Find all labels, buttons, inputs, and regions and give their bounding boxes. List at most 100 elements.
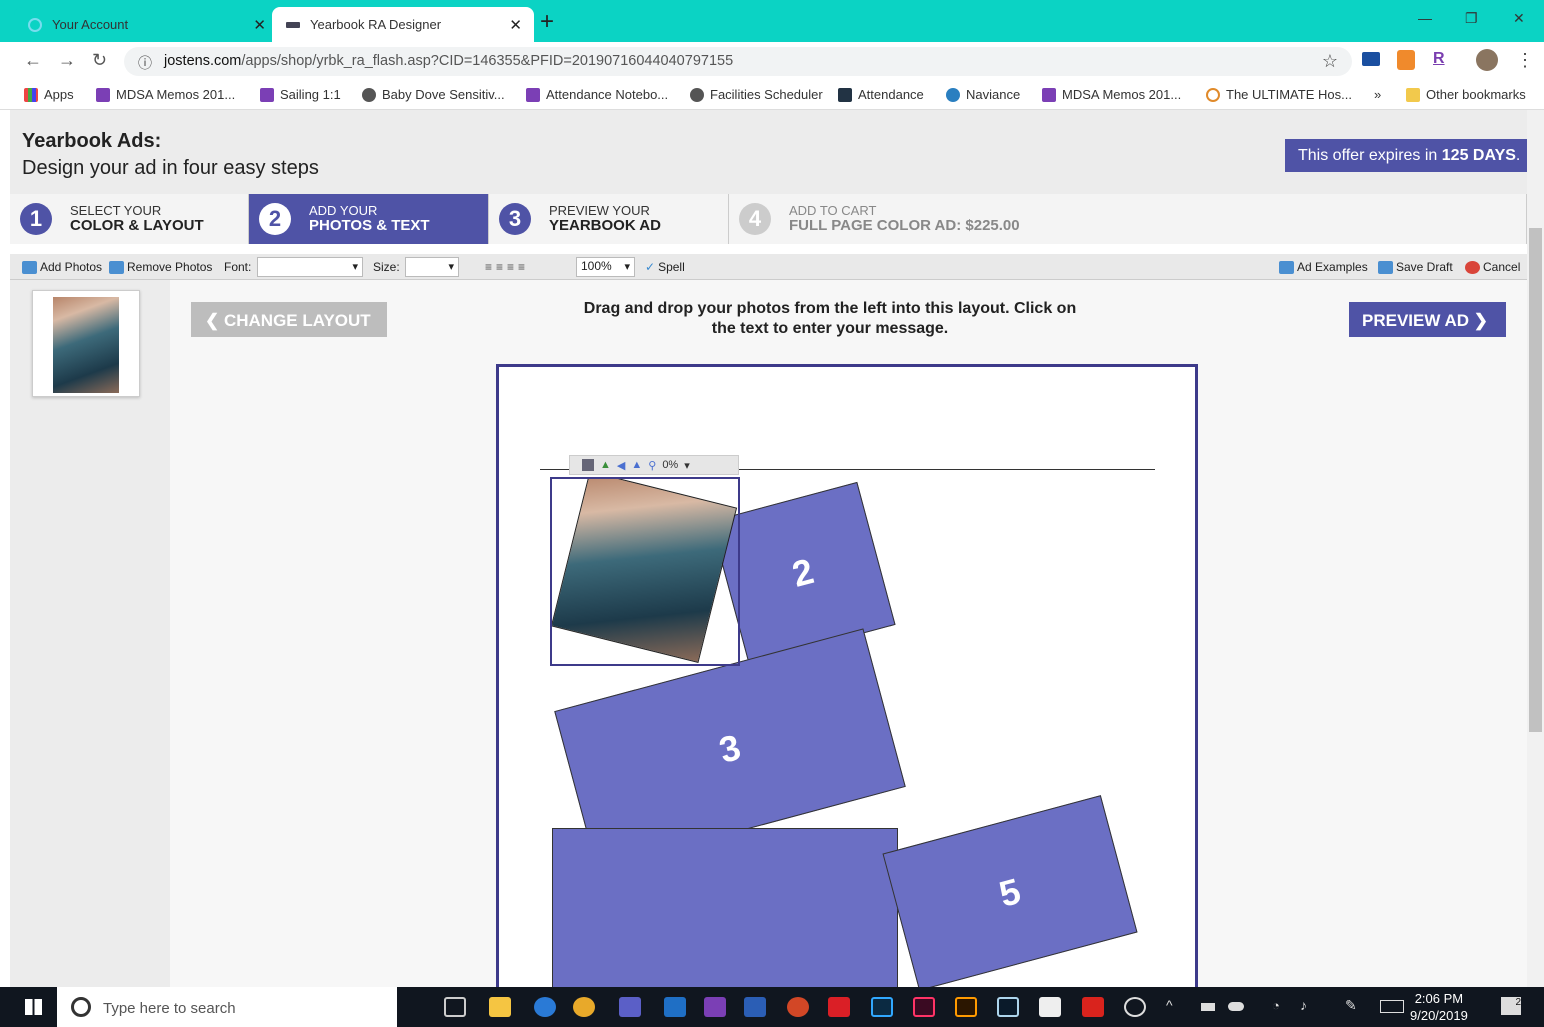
mirror-icon[interactable]: ▲ [631,459,642,471]
bookmark-attendance-notebook[interactable]: Attendance Notebo... [526,87,668,102]
page-scrollbar[interactable] [1527,110,1544,987]
onedrive-icon[interactable] [1228,1002,1244,1011]
ad-examples-button[interactable]: Ad Examples [1279,260,1368,274]
onenote-icon[interactable] [704,997,726,1017]
outlook-icon[interactable] [664,997,686,1017]
save-draft-button[interactable]: Save Draft [1378,260,1453,274]
step-2[interactable]: 2 ADD YOUR PHOTOS & TEXT [249,194,489,244]
pen-icon[interactable]: ✎ [1345,997,1357,1014]
r-extension-icon[interactable]: R [1433,50,1445,68]
taskbar-clock[interactable]: 2:06 PM 9/20/2019 [1410,990,1468,1024]
zoom-icon[interactable]: ⚲ [648,459,656,472]
rotate-left-icon[interactable]: ▲ [600,459,611,471]
close-tab-icon[interactable]: ✕ [509,16,522,34]
font-select[interactable] [257,257,363,277]
mortarboard-icon [838,87,852,102]
lightroom-icon[interactable] [997,997,1019,1017]
page-content: Yearbook Ads: Design your ad in four eas… [10,110,1527,987]
close-window-icon[interactable]: ✕ [1513,10,1525,27]
windows-start-icon[interactable] [25,999,42,1015]
cancel-button[interactable]: Cancel [1465,260,1520,274]
photo-zoom-value[interactable]: 0% [662,459,678,471]
bookmark-mdsa-memos-2[interactable]: MDSA Memos 201... [1042,87,1181,102]
zoom-select[interactable]: 100% [576,257,635,277]
powerpoint-icon[interactable] [787,997,809,1017]
bookmark-mdsa-memos[interactable]: MDSA Memos 201... [96,87,235,102]
keyboard-icon[interactable] [1380,1000,1404,1013]
ad-layout-canvas[interactable]: 2 3 5 ▲ ◀ ▲ ⚲ 0% ▾ [496,364,1198,987]
creative-cloud-icon[interactable] [828,997,850,1017]
profile-avatar[interactable] [1476,49,1498,71]
bookmark-other[interactable]: Other bookmarks [1406,87,1526,102]
tab-yearbook-designer[interactable]: Yearbook RA Designer ✕ [272,7,534,42]
file-explorer-icon[interactable] [489,997,511,1017]
bookmark-facilities[interactable]: Facilities Scheduler [690,87,823,102]
reload-icon[interactable]: ↻ [92,50,107,71]
change-layout-button[interactable]: ❮ CHANGE LAYOUT [191,302,387,337]
forward-icon[interactable]: → [58,50,76,71]
add-photos-button[interactable]: Add Photos [22,260,102,274]
bookmark-apps[interactable]: Apps [24,87,74,102]
size-select[interactable] [405,257,459,277]
wifi-icon[interactable]: ◔ [1272,998,1280,1013]
record-icon[interactable] [1124,997,1146,1017]
bookmark-naviance[interactable]: Naviance [946,87,1020,102]
clock-time: 2:06 PM [1414,991,1464,1006]
block-5[interactable]: 5 [882,795,1138,987]
tray-chevron-icon[interactable]: ^ [1166,997,1173,1013]
acrobat-icon[interactable] [1082,997,1104,1017]
bookmark-sailing[interactable]: Sailing 1:1 [260,87,341,102]
crop-icon[interactable] [582,459,594,471]
chevron-down-icon[interactable]: ▾ [684,459,690,472]
ad-examples-label: Ad Examples [1297,260,1368,274]
minimize-icon[interactable]: — [1418,10,1432,26]
menu-kebab-icon[interactable]: ⋮ [1516,50,1534,71]
indesign-icon[interactable] [913,997,935,1017]
url-path: /apps/shop/yrbk_ra_flash.asp?CID=146355&… [241,53,734,69]
examples-icon [1279,260,1294,274]
scrollbar-thumb[interactable] [1529,228,1542,732]
save-icon [1378,260,1393,274]
photo-thumbnail[interactable] [32,290,140,397]
preview-ad-button[interactable]: PREVIEW AD ❯ [1349,302,1506,337]
illustrator-icon[interactable] [955,997,977,1017]
globe-icon [362,87,376,102]
bookmark-attendance[interactable]: Attendance [838,87,924,102]
step-1[interactable]: 1 SELECT YOUR COLOR & LAYOUT [10,194,249,244]
app-icon[interactable] [1039,997,1061,1017]
chrome-icon[interactable] [573,997,595,1017]
battery-icon[interactable] [1201,1003,1215,1011]
taskbar-search-box[interactable]: Type here to search [57,987,397,1027]
bookmarks-overflow[interactable]: » [1374,87,1381,102]
back-icon[interactable]: ← [24,50,42,71]
onenote-icon [96,87,110,102]
task-view-icon[interactable] [444,997,466,1017]
restore-icon[interactable]: ❐ [1465,10,1478,27]
bookmark-baby-dove[interactable]: Baby Dove Sensitiv... [362,87,505,102]
extension-icon[interactable] [1362,52,1380,66]
naviance-icon [946,87,960,102]
spell-button[interactable]: ✓ Spell [645,260,685,274]
url-field[interactable]: ⓘ jostens.com/apps/shop/yrbk_ra_flash.as… [124,47,1352,76]
close-tab-icon[interactable]: ✕ [253,16,266,34]
block-4[interactable] [552,828,898,987]
photo-frame[interactable] [550,477,740,666]
tab-your-account[interactable]: Your Account ✕ [14,7,278,42]
align-buttons[interactable]: ≡≡≡≡ [485,260,529,274]
bookmark-star-icon[interactable]: ☆ [1322,51,1338,72]
extension-badge-icon[interactable] [1397,50,1415,70]
photo-edit-toolbar: ▲ ◀ ▲ ⚲ 0% ▾ [569,455,739,475]
edge-icon[interactable] [534,997,556,1017]
teams-icon[interactable] [619,997,641,1017]
info-icon[interactable]: ⓘ [138,53,152,73]
bookmark-ultimate[interactable]: The ULTIMATE Hos... [1206,87,1352,102]
new-tab-button[interactable]: + [540,8,554,36]
step-3[interactable]: 3 PREVIEW YOUR YEARBOOK AD [489,194,729,244]
cancel-icon [1465,260,1480,274]
word-icon[interactable] [744,997,766,1017]
volume-icon[interactable]: ♪ [1300,997,1307,1013]
flip-icon[interactable]: ◀ [617,459,625,472]
notifications-icon[interactable]: 2 [1501,997,1521,1015]
photoshop-icon[interactable] [871,997,893,1017]
remove-photos-button[interactable]: Remove Photos [109,260,212,274]
